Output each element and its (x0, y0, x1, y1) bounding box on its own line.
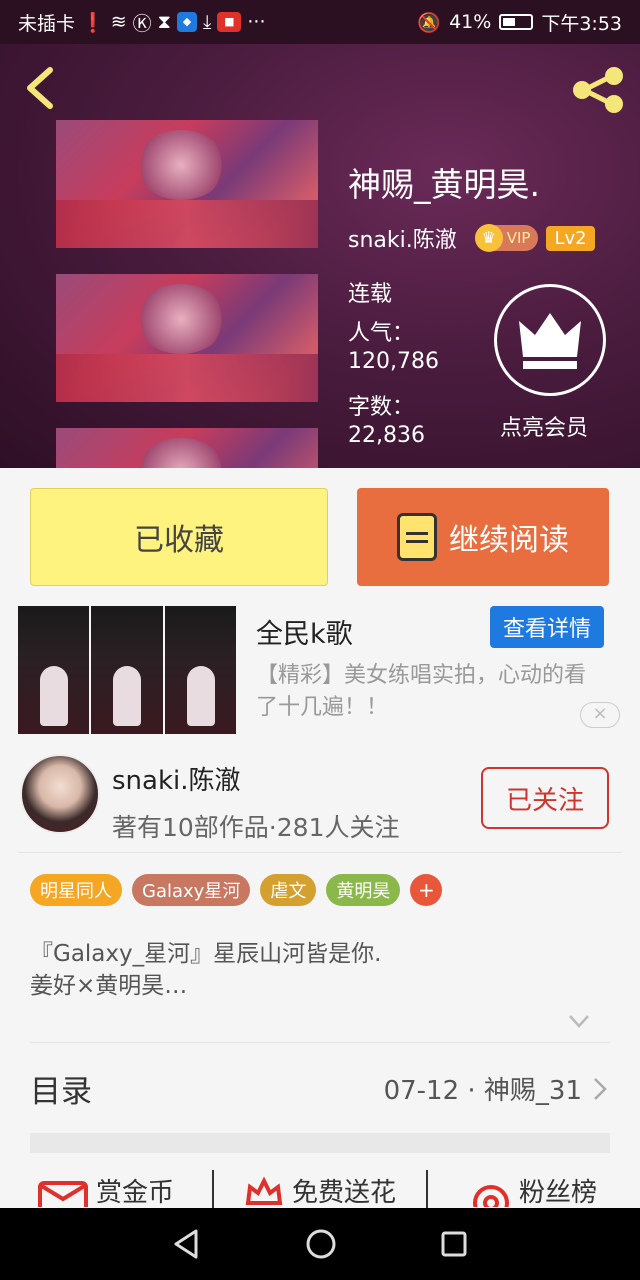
author-avatar[interactable] (20, 754, 100, 834)
carrier-text: 未插卡 (18, 12, 76, 35)
serial-status: 连载 (348, 282, 393, 307)
hourglass-icon: ⧗ (157, 11, 171, 33)
latest-chapter: 07-12 · 神赐_31 (383, 1076, 582, 1106)
book-cover[interactable] (56, 120, 318, 468)
summary-line: 『Galaxy_星河』星辰山河皆是你. (30, 941, 382, 967)
crown-icon: ♛ (474, 224, 503, 252)
reward-coins-button[interactable]: 赏金币 (0, 1170, 214, 1210)
member-button[interactable] (494, 284, 606, 396)
ad-close-button[interactable]: × (580, 702, 620, 728)
gift-icon (37, 1181, 88, 1207)
red-app-icon: ■ (217, 12, 242, 32)
crown-icon (519, 313, 581, 369)
summary-line: 姜好×黄明昊… (30, 973, 188, 999)
table-of-contents-row[interactable]: 目录 07-12 · 神赐_31 (30, 1066, 610, 1111)
tag-chip[interactable]: 虐文 (260, 874, 317, 906)
battery-icon (499, 14, 534, 30)
ad-thumbnail (91, 606, 163, 734)
add-tag-button[interactable]: + (410, 874, 443, 906)
back-icon[interactable] (20, 64, 60, 112)
send-flowers-button[interactable]: 免费送花 (214, 1170, 428, 1210)
ad-title[interactable]: 全民k歌 (256, 612, 353, 651)
k-app-icon: Ⓚ (132, 12, 152, 35)
book-header: 神赐_黄明昊. snaki.陈澈 ♛ VIP Lv2 连载 人气： 120,78… (0, 44, 640, 468)
bottom-actions: 赏金币 免费送花 粉丝榜 (0, 1170, 640, 1210)
sim-alert-icon: ❗ (81, 11, 105, 34)
tag-chip[interactable]: 黄明昊 (326, 874, 401, 906)
divider (18, 852, 622, 853)
divider (30, 1042, 610, 1043)
tag-chip[interactable]: Galaxy星河 (132, 874, 251, 906)
author-row: snaki.陈澈 ♛ VIP Lv2 (348, 222, 595, 254)
clock: 下午3:53 (541, 12, 622, 35)
word-count-value: 22,836 (348, 423, 425, 448)
section-separator (30, 1133, 610, 1153)
status-bar: 未插卡 ❗ ≋ Ⓚ ⧗ ◆ ⤓ ■ ··· 🔕 41% 下午3:53 (0, 0, 640, 44)
chevron-down-icon[interactable] (568, 1010, 590, 1032)
level-badge: Lv2 (546, 225, 595, 251)
author-works-count: 著有10部作品·281人关注 (112, 813, 400, 842)
fans-ranking-label: 粉丝榜 (518, 1177, 597, 1208)
follow-button[interactable]: 已关注 (481, 767, 609, 829)
vip-badge: ♛ VIP (474, 224, 539, 252)
chevron-right-icon (594, 1077, 607, 1100)
ad-description[interactable]: 【精彩】美女练唱实拍，心动的看了十几遍！！ (256, 660, 606, 724)
continue-reading-button[interactable]: 继续阅读 (357, 488, 609, 586)
word-count-label: 字数： (348, 395, 415, 420)
continue-reading-label: 继续阅读 (449, 523, 569, 558)
wifi-icon: ≋ (110, 11, 127, 33)
system-navigation-bar (0, 1208, 640, 1280)
tag-list: 明星同人 Galaxy星河 虐文 黄明昊 + (30, 874, 443, 906)
reward-coins-label: 赏金币 (95, 1177, 174, 1208)
fans-ranking-button[interactable]: 粉丝榜 (428, 1170, 640, 1210)
battery-percent: 41% (449, 11, 492, 33)
author-name[interactable]: snaki.陈澈 (348, 222, 457, 254)
flower-icon (245, 1176, 283, 1205)
fans-icon (472, 1185, 509, 1207)
member-label[interactable]: 点亮会员 (500, 410, 588, 442)
book-summary[interactable]: 『Galaxy_星河』星辰山河皆是你. 姜好×黄明昊… (30, 938, 610, 1002)
vip-text: VIP (506, 229, 531, 247)
ad-details-button[interactable]: 查看详情 (490, 606, 604, 648)
toc-title: 目录 (30, 1074, 92, 1110)
recents-square-icon[interactable] (440, 1230, 468, 1258)
tag-chip[interactable]: 明星同人 (30, 874, 122, 906)
send-flowers-label: 免费送花 (291, 1177, 396, 1208)
back-triangle-icon[interactable] (172, 1228, 202, 1260)
popularity-label: 人气： (348, 321, 415, 346)
book-title: 神赐_黄明昊. (348, 165, 540, 204)
ad-images[interactable] (18, 606, 236, 734)
ad-thumbnail (164, 606, 236, 734)
home-circle-icon[interactable] (305, 1228, 337, 1260)
share-icon[interactable] (570, 66, 626, 114)
mute-icon: 🔕 (417, 11, 442, 34)
more-notifications-icon: ··· (247, 11, 266, 33)
popularity-value: 120,786 (348, 349, 439, 374)
favorited-button[interactable]: 已收藏 (30, 488, 328, 586)
download-icon: ⤓ (202, 11, 212, 33)
book-icon (397, 513, 437, 561)
ad-thumbnail (18, 606, 90, 734)
shield-app-icon: ◆ (176, 12, 197, 32)
author-block-name[interactable]: snaki.陈澈 (112, 760, 241, 797)
